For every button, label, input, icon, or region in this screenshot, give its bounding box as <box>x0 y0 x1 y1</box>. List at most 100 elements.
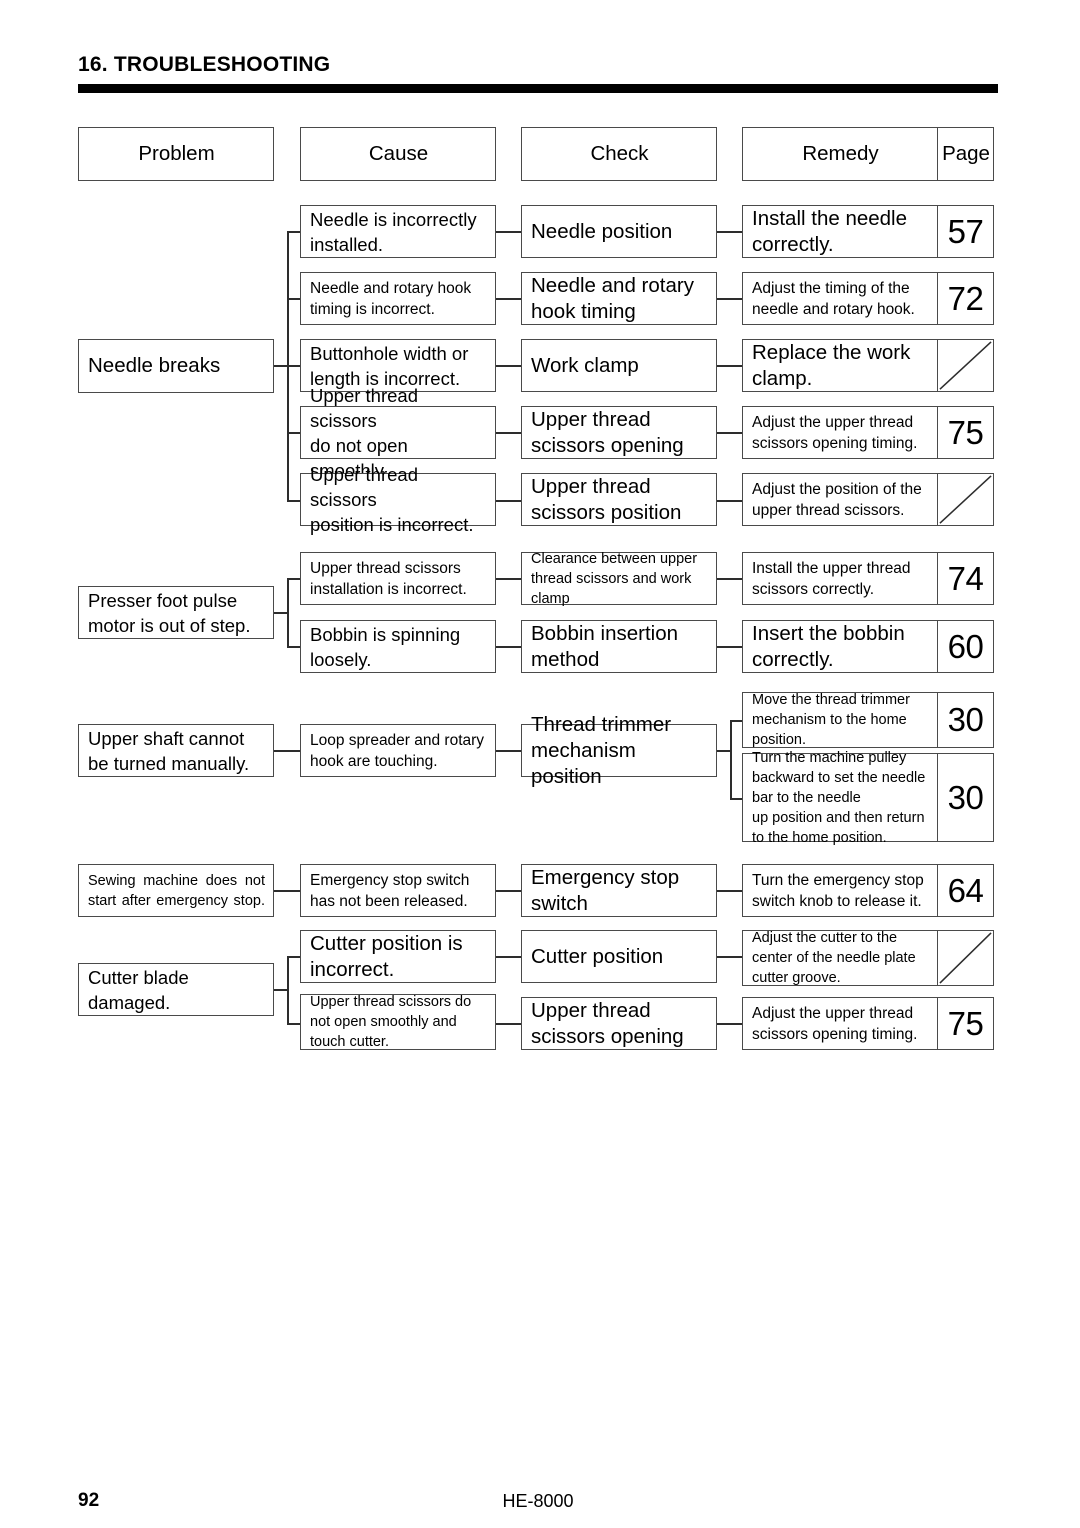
check-box: Bobbin insertion method <box>521 620 717 673</box>
connector <box>717 646 742 648</box>
column-header-check: Check <box>521 127 717 181</box>
connector <box>496 646 521 648</box>
cause-box: Needle and rotary hook timing is incorre… <box>300 272 496 325</box>
check-box: Clearance between upper thread scissors … <box>521 551 717 607</box>
connector <box>717 578 742 580</box>
column-header-remedy: Remedy <box>742 127 938 181</box>
remedy-box: Turn the machine pulley backward to set … <box>742 750 938 846</box>
remedy-box: Adjust the cutter to the center of the n… <box>742 930 938 986</box>
troubleshooting-chart: Problem Cause Check Remedy Page Needle b… <box>0 0 1080 1528</box>
remedy-box: Insert the bobbin correctly. <box>742 620 938 673</box>
remedy-box: Turn the emergency stop switch knob to r… <box>742 864 938 917</box>
problem-box: Needle breaks <box>78 339 274 393</box>
connector <box>287 956 289 1024</box>
page-box: 72 <box>937 272 994 325</box>
connector <box>717 750 731 752</box>
connector <box>717 298 742 300</box>
connector <box>717 1023 742 1025</box>
page-box: 30 <box>937 753 994 842</box>
check-box: Work clamp <box>521 339 717 392</box>
connector <box>496 298 521 300</box>
page-box-empty <box>937 473 994 526</box>
check-box: Needle and rotary hook timing <box>521 272 717 325</box>
page-box: 75 <box>937 406 994 459</box>
cause-box: Upper thread scissors installation is in… <box>300 552 496 605</box>
cause-box: Upper thread scissors do not open smooth… <box>300 994 496 1050</box>
remedy-box: Install the upper thread scissors correc… <box>742 552 938 605</box>
cause-box: Bobbin is spinning loosely. <box>300 620 496 673</box>
column-header-problem: Problem <box>78 127 274 181</box>
connector <box>287 432 301 434</box>
page-box: 60 <box>937 620 994 673</box>
check-box: Cutter position <box>521 930 717 983</box>
page-box: 75 <box>937 997 994 1050</box>
connector <box>287 1023 301 1025</box>
connector <box>717 231 742 233</box>
connector <box>496 231 521 233</box>
connector <box>274 890 300 892</box>
footer-model-name: HE-8000 <box>502 1491 574 1511</box>
connector <box>496 365 521 367</box>
page-box: 64 <box>937 864 994 917</box>
connector <box>287 646 301 648</box>
connector <box>717 365 742 367</box>
connector <box>287 298 301 300</box>
connector <box>274 365 288 367</box>
connector <box>287 365 301 367</box>
remedy-box: Move the thread trimmer mechanism to the… <box>742 692 938 748</box>
connector <box>730 720 742 722</box>
column-header-cause: Cause <box>300 127 496 181</box>
column-header-page: Page <box>937 127 994 181</box>
connector <box>287 956 301 958</box>
problem-box: Sewing machine does not start after emer… <box>78 864 274 917</box>
connector <box>717 432 742 434</box>
cause-box: Cutter position is incorrect. <box>300 930 496 983</box>
check-box: Needle position <box>521 205 717 258</box>
page-footer: 92 HE-8000 <box>78 1490 998 1514</box>
connector <box>274 989 288 991</box>
connector <box>496 1023 521 1025</box>
connector <box>496 750 521 752</box>
check-box: Upper thread scissors position <box>521 473 717 526</box>
connector <box>717 890 742 892</box>
cause-box: Needle is incorrectly installed. <box>300 205 496 258</box>
remedy-box: Replace the work clamp. <box>742 339 938 392</box>
remedy-box: Adjust the upper thread scissors opening… <box>742 406 938 459</box>
diagonal-slash-icon <box>939 475 992 524</box>
check-box: Thread trimmer mechanism position <box>521 713 717 788</box>
cause-box: Upper thread scissors position is incorr… <box>300 464 496 535</box>
connector <box>717 956 742 958</box>
connector <box>496 890 521 892</box>
connector <box>287 500 301 502</box>
page-box-empty <box>937 930 994 986</box>
check-box: Upper thread scissors opening <box>521 406 717 459</box>
connector <box>717 500 742 502</box>
check-box: Emergency stop switch <box>521 864 717 917</box>
remedy-box: Adjust the upper thread scissors opening… <box>742 997 938 1050</box>
remedy-box: Adjust the timing of the needle and rota… <box>742 272 938 325</box>
connector <box>730 720 732 799</box>
diagonal-slash-icon <box>939 932 992 984</box>
connector <box>287 578 301 580</box>
connector <box>287 231 301 233</box>
check-box: Upper thread scissors opening <box>521 997 717 1050</box>
remedy-box: Install the needle correctly. <box>742 205 938 258</box>
connector <box>274 612 288 614</box>
problem-box: Presser foot pulse motor is out of step. <box>78 586 274 639</box>
cause-box: Loop spreader and rotary hook are touchi… <box>300 724 496 777</box>
connector <box>496 956 521 958</box>
problem-box: Upper shaft cannot be turned manually. <box>78 724 274 777</box>
remedy-box: Adjust the position of the upper thread … <box>742 473 938 526</box>
cause-box: Upper thread scissors do not open smooth… <box>300 385 496 481</box>
page-box: 30 <box>937 692 994 748</box>
problem-box: Cutter blade damaged. <box>78 963 274 1016</box>
connector <box>274 750 300 752</box>
page-box: 57 <box>937 205 994 258</box>
cause-box: Emergency stop switch has not been relea… <box>300 864 496 917</box>
diagonal-slash-icon <box>939 341 992 390</box>
connector <box>287 578 289 646</box>
connector <box>496 500 521 502</box>
page-box: 74 <box>937 552 994 605</box>
page-box-empty <box>937 339 994 392</box>
connector <box>730 798 742 800</box>
